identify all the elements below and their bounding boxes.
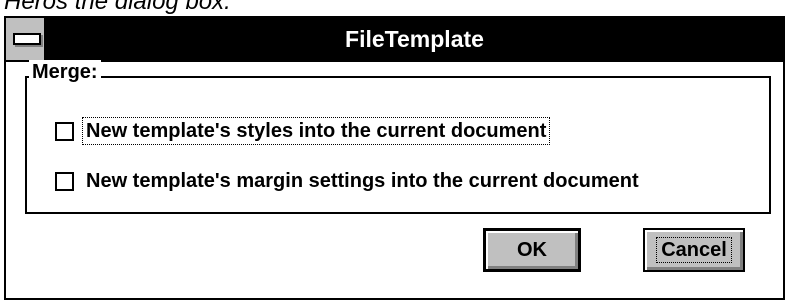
styles-checkbox-label[interactable]: New template's styles into the current d… <box>81 117 551 145</box>
margins-checkbox[interactable] <box>55 171 74 191</box>
ok-button-label: OK <box>517 239 547 261</box>
cancel-button-label: Cancel <box>656 237 732 263</box>
margins-checkbox-row[interactable]: New template's margin settings into the … <box>55 168 641 194</box>
system-menu-button[interactable] <box>6 18 46 60</box>
styles-checkbox[interactable] <box>55 121 74 141</box>
merge-group-label: Merge: <box>29 60 101 84</box>
cancel-button[interactable]: Cancel <box>643 228 745 272</box>
context-caption: Heros the dialog box. <box>4 0 231 15</box>
dialog-title: FileTemplate <box>345 26 484 52</box>
system-menu-icon <box>13 33 41 45</box>
margins-checkbox-label[interactable]: New template's margin settings into the … <box>84 169 641 193</box>
styles-checkbox-row[interactable]: New template's styles into the current d… <box>55 117 551 145</box>
title-bar[interactable]: FileTemplate <box>6 18 783 62</box>
ok-button[interactable]: OK <box>483 228 581 272</box>
